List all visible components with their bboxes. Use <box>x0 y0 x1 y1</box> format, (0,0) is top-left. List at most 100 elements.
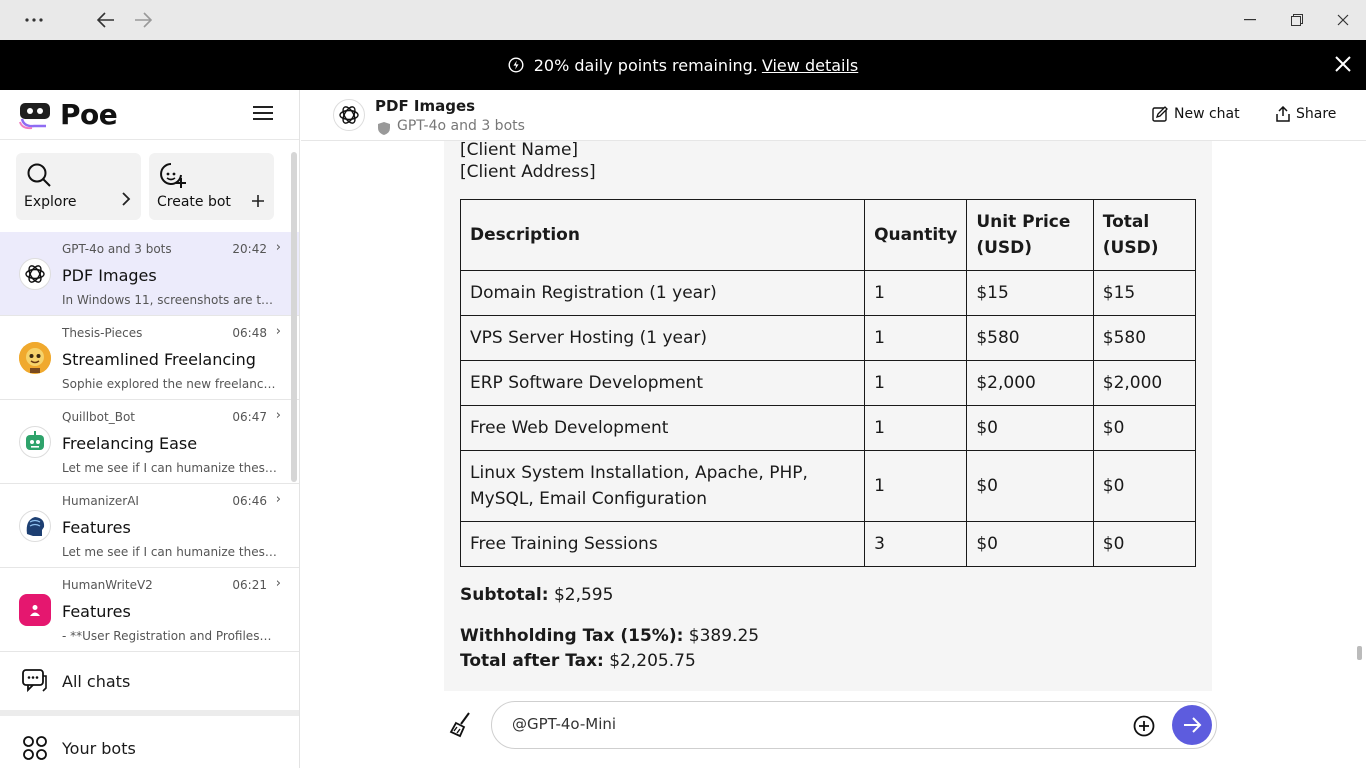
edit-icon <box>1152 106 1168 122</box>
tax-line: Withholding Tax (15%): $389.25 <box>460 624 1196 649</box>
table-cell: $15 <box>1092 270 1197 316</box>
openai-bot-avatar-icon[interactable] <box>333 99 365 131</box>
window-close-icon[interactable] <box>1333 0 1353 40</box>
chevron-right-icon: › <box>275 576 281 591</box>
tax-label: Withholding Tax (15%): <box>460 626 684 646</box>
sidebar: Poe Explore Create bot GPT-4o and 3 bots… <box>0 90 300 768</box>
table-cell: $0 <box>966 450 1094 522</box>
chat-title: Freelancing Ease <box>62 434 198 453</box>
message-input-text[interactable]: @GPT-4o-Mini <box>512 715 616 733</box>
chevron-right-icon <box>121 191 131 211</box>
table-cell: $2,000 <box>966 360 1094 406</box>
send-button[interactable] <box>1172 705 1212 745</box>
bot-message: [Client Name] [Client Address] Descripti… <box>444 141 1212 691</box>
messages-scrollbar[interactable] <box>1357 646 1362 660</box>
after-tax-label: Total after Tax: <box>460 651 604 671</box>
create-bot-icon <box>159 162 187 192</box>
table-cell: Domain Registration (1 year) <box>459 270 866 316</box>
table-cell: 1 <box>864 450 968 522</box>
chat-list-item[interactable]: HumanWriteV2 06:21 › Features - **User R… <box>0 568 299 652</box>
quick-actions: Explore Create bot <box>0 140 299 232</box>
thesis-pieces-avatar-icon <box>19 342 51 374</box>
table-cell: $0 <box>1092 521 1197 567</box>
poe-logo-icon[interactable] <box>18 100 52 130</box>
all-chats-link[interactable]: All chats <box>0 652 299 716</box>
add-attachment-icon[interactable] <box>1133 715 1155 737</box>
sidebar-scrollbar[interactable] <box>291 152 297 482</box>
chat-time: 06:21 <box>232 578 267 592</box>
table-cell: 1 <box>864 270 968 316</box>
table-header-row: Description Quantity Unit Price (USD) To… <box>459 199 1197 271</box>
new-chat-button[interactable]: New chat <box>1152 106 1240 122</box>
chat-bot-name: HumanWriteV2 <box>62 578 153 592</box>
client-address: [Client Address] <box>460 162 596 182</box>
share-button[interactable]: Share <box>1276 106 1336 122</box>
table-cell: $0 <box>1092 405 1197 451</box>
subtotal-label: Subtotal: <box>460 585 549 605</box>
your-bots-link[interactable]: Your bots <box>0 716 299 768</box>
explore-tile[interactable]: Explore <box>16 153 141 220</box>
table-cell: Linux System Installation, Apache, PHP, … <box>459 450 866 522</box>
table-cell: $15 <box>966 270 1094 316</box>
points-text: 20% daily points remaining. <box>533 55 758 75</box>
chat-header: PDF Images GPT-4o and 3 bots New chat Sh… <box>301 90 1366 141</box>
chat-title[interactable]: PDF Images <box>375 97 475 115</box>
table-cell: $2,000 <box>1092 360 1197 406</box>
table-row: Domain Registration (1 year) 1 $15 $15 <box>459 270 1197 316</box>
table-cell: $0 <box>966 405 1094 451</box>
table-cell: 1 <box>864 315 968 361</box>
column-header: Total (USD) <box>1092 199 1197 271</box>
invoice-table: Description Quantity Unit Price (USD) To… <box>459 199 1197 567</box>
chat-list-item[interactable]: GPT-4o and 3 bots 20:42 › PDF Images In … <box>0 232 299 316</box>
table-cell: 3 <box>864 521 968 567</box>
more-options-icon[interactable] <box>22 0 46 40</box>
message-input[interactable]: @GPT-4o-Mini <box>491 701 1217 749</box>
shield-icon <box>378 120 390 139</box>
chat-bot-name: Thesis-Pieces <box>62 326 143 340</box>
share-label: Share <box>1296 106 1337 122</box>
composer: @GPT-4o-Mini <box>301 691 1366 768</box>
chat-list-item[interactable]: Thesis-Pieces 06:48 › Streamlined Freela… <box>0 316 299 400</box>
chat-time: 06:48 <box>232 326 267 340</box>
forward-arrow-icon[interactable] <box>131 0 155 40</box>
points-banner: 20% daily points remaining. View details <box>0 40 1366 90</box>
table-row: VPS Server Hosting (1 year) 1 $580 $580 <box>459 315 1197 361</box>
table-cell: 1 <box>864 360 968 406</box>
chat-list-item[interactable]: HumanizerAI 06:46 › Features Let me see … <box>0 484 299 568</box>
chat-messages: [Client Name] [Client Address] Descripti… <box>301 141 1366 691</box>
chat-list-item[interactable]: Quillbot_Bot 06:47 › Freelancing Ease Le… <box>0 400 299 484</box>
banner-close-icon[interactable] <box>1334 55 1352 77</box>
table-cell: $580 <box>1092 315 1197 361</box>
chevron-right-icon: › <box>275 324 281 339</box>
table-cell: 1 <box>864 405 968 451</box>
table-cell: Free Web Development <box>459 405 866 451</box>
table-cell: Free Training Sessions <box>459 521 866 567</box>
poe-logo-text: Poe <box>60 98 118 131</box>
clear-context-broom-icon[interactable] <box>449 712 473 738</box>
chat-title: Features <box>62 602 131 621</box>
search-icon <box>26 162 52 192</box>
create-bot-tile[interactable]: Create bot <box>149 153 274 220</box>
humanizerai-avatar-icon <box>19 510 51 542</box>
hamburger-menu-icon[interactable] <box>253 104 273 126</box>
window-titlebar <box>0 0 1366 40</box>
back-arrow-icon[interactable] <box>94 0 118 40</box>
tax-value: $389.25 <box>688 626 760 646</box>
chat-subtitle[interactable]: GPT-4o and 3 bots <box>397 118 525 134</box>
chat-title: Streamlined Freelancing <box>62 350 256 369</box>
chat-bot-name: HumanizerAI <box>62 494 139 508</box>
minimize-icon[interactable] <box>1240 0 1260 40</box>
after-tax-value: $2,205.75 <box>609 651 696 671</box>
quillbot-avatar-icon <box>19 426 51 458</box>
table-row: ERP Software Development 1 $2,000 $2,000 <box>459 360 1197 406</box>
subtotal-line: Subtotal: $2,595 <box>460 583 1196 608</box>
humanwrite-avatar-icon <box>19 594 51 626</box>
maximize-icon[interactable] <box>1287 0 1307 40</box>
bots-grid-icon <box>22 735 48 761</box>
chat-time: 20:42 <box>232 242 267 256</box>
chat-bot-name: Quillbot_Bot <box>62 410 135 424</box>
chat-time: 06:47 <box>232 410 267 424</box>
subtotal-value: $2,595 <box>553 585 614 605</box>
view-details-link[interactable]: View details <box>762 56 858 75</box>
table-cell: $0 <box>966 521 1094 567</box>
